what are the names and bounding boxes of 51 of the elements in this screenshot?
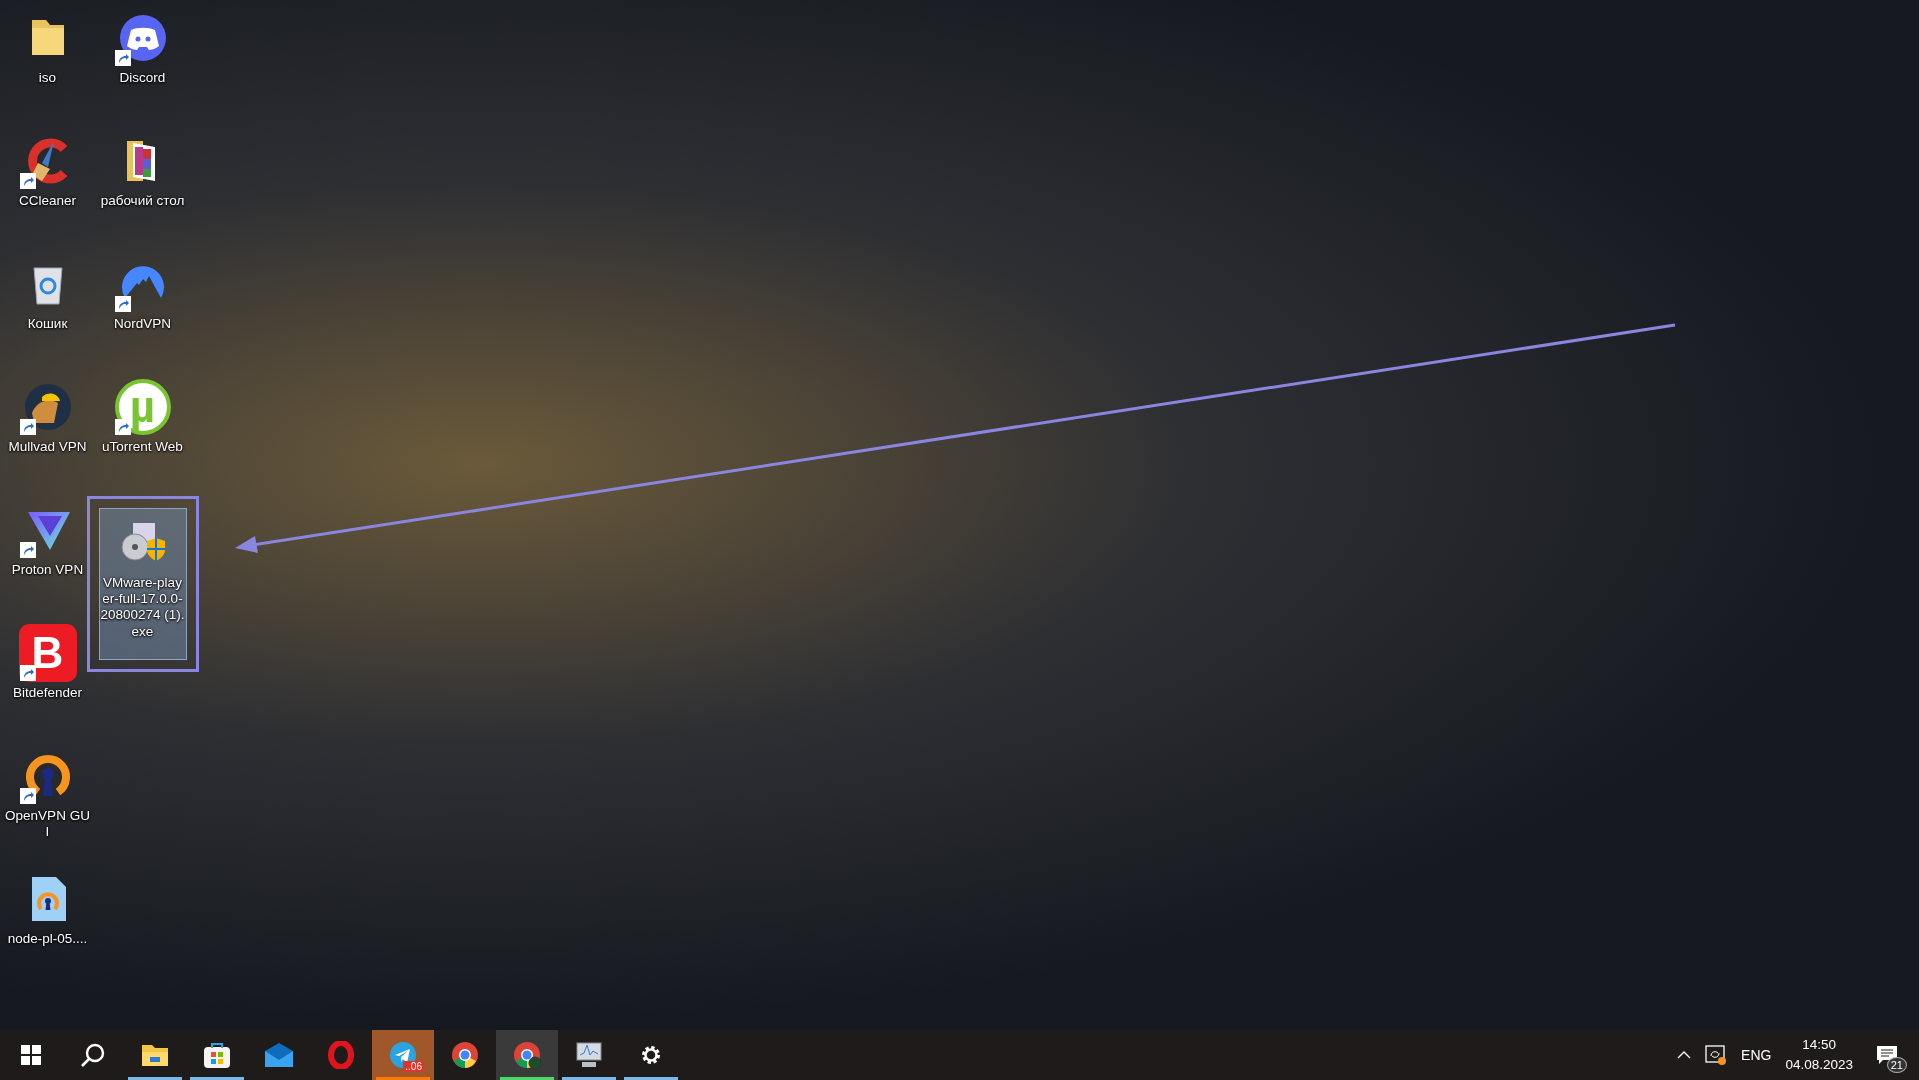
app-logo: µ (114, 379, 171, 435)
desktop-icon[interactable]: CCleaner (3, 127, 92, 250)
clock[interactable]: 14:50 04.08.2023 (1785, 1035, 1853, 1075)
desktop-icon[interactable]: OpenVPN GUI (3, 742, 92, 865)
desktop-icon[interactable]: node-pl-05.... (3, 865, 92, 988)
ring-logo-icon (327, 1041, 355, 1069)
notification-count: 21 (1886, 1057, 1907, 1073)
icon-label: Кошик (27, 315, 68, 333)
folder-icon (141, 1043, 169, 1067)
windows-logo-icon (21, 1045, 41, 1065)
unread-badge: ..06 (403, 1061, 424, 1072)
desktop-icon[interactable]: iso (3, 4, 92, 127)
network-icon[interactable] (1705, 1044, 1728, 1066)
clock-date: 04.08.2023 (1785, 1056, 1853, 1074)
desktop-icon[interactable]: Discord (98, 4, 187, 127)
icon-label: CCleaner (19, 192, 76, 210)
taskbar-button[interactable] (496, 1030, 558, 1080)
desktop-icon[interactable]: VMware-player-full-17.0.0-20800274 (1).exe (98, 508, 187, 660)
app-logo: B (18, 624, 77, 682)
envelope-icon (264, 1043, 294, 1067)
notification-button[interactable]: 21 (1867, 1035, 1907, 1075)
settings-icon (639, 1043, 663, 1067)
icon-label: Mullvad VPN (8, 438, 87, 456)
desktop-icon[interactable]: NordVPN (98, 250, 187, 373)
icon-label: OpenVPN GUI (4, 807, 91, 841)
icon-label: uTorrent Web (102, 438, 183, 456)
clock-time: 14:50 (1802, 1036, 1837, 1055)
taskbar-button[interactable]: ..06 (372, 1030, 434, 1080)
icon-label: node-pl-05.... (7, 930, 88, 948)
icon-label: рабочий стол (100, 192, 185, 210)
chevron-up-icon[interactable] (1677, 1051, 1692, 1059)
shopping-bag-icon (203, 1041, 231, 1069)
chrome-logo-icon (513, 1041, 541, 1069)
desktop-icon[interactable]: Mullvad VPN (3, 373, 92, 496)
monitor-icon (574, 1041, 604, 1069)
game-controller-icon (118, 14, 167, 62)
language-indicator[interactable]: ENG (1741, 1047, 1772, 1063)
mole-icon (23, 383, 72, 431)
desktop-icon[interactable]: рабочий стол (98, 127, 187, 250)
icon-label: iso (38, 69, 57, 87)
icon-label: Discord (119, 69, 166, 87)
chrome-logo-icon (451, 1041, 479, 1069)
desktop-icon[interactable]: Proton VPN (3, 496, 92, 619)
search-icon (80, 1042, 106, 1068)
desktop-icon[interactable]: Кошик (3, 250, 92, 373)
icon-label: Bitdefender (12, 684, 83, 702)
desktop-icon[interactable]: µ uTorrent Web (98, 373, 187, 496)
icon-label: VMware-player-full-17.0.0-20800274 (1).exe (99, 574, 186, 640)
icon-label: NordVPN (114, 315, 171, 333)
icon-label: Proton VPN (11, 561, 84, 579)
desktop-icon[interactable]: B Bitdefender (3, 619, 92, 742)
